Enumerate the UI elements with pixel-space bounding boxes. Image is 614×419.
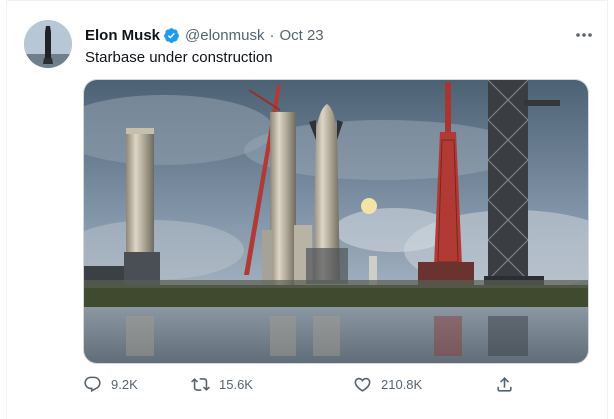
- separator-dot: ·: [269, 26, 275, 44]
- avatar[interactable]: [24, 20, 72, 68]
- retweet-icon: [191, 378, 210, 391]
- author-handle[interactable]: @elonmusk: [185, 27, 264, 44]
- tweet-actions: 9.2K 15.6K 210.8K: [83, 375, 533, 397]
- share-button[interactable]: [495, 375, 514, 394]
- like-icon: [354, 377, 371, 392]
- author-name[interactable]: Elon Musk: [85, 27, 160, 44]
- tweet-date[interactable]: Oct 23: [279, 27, 323, 44]
- like-button[interactable]: 210.8K: [353, 375, 422, 394]
- tweet-text: Starbase under construction: [85, 49, 273, 66]
- starbase-photo: [84, 80, 588, 363]
- avatar-image: [24, 20, 72, 68]
- more-options-icon[interactable]: [571, 23, 597, 47]
- tweet-card[interactable]: Elon Musk @elonmusk · Oct 23 Starbase un…: [6, 0, 608, 419]
- reply-button[interactable]: 9.2K: [83, 375, 138, 394]
- tweet-photo[interactable]: [83, 79, 589, 364]
- retweet-count: 15.6K: [219, 377, 253, 392]
- retweet-button[interactable]: 15.6K: [191, 375, 253, 394]
- verified-badge-icon: [163, 27, 180, 44]
- tweet-header: Elon Musk @elonmusk · Oct 23: [85, 25, 324, 45]
- like-count: 210.8K: [381, 377, 423, 392]
- share-icon: [497, 377, 512, 392]
- reply-count: 9.2K: [111, 377, 138, 392]
- reply-icon: [84, 376, 101, 393]
